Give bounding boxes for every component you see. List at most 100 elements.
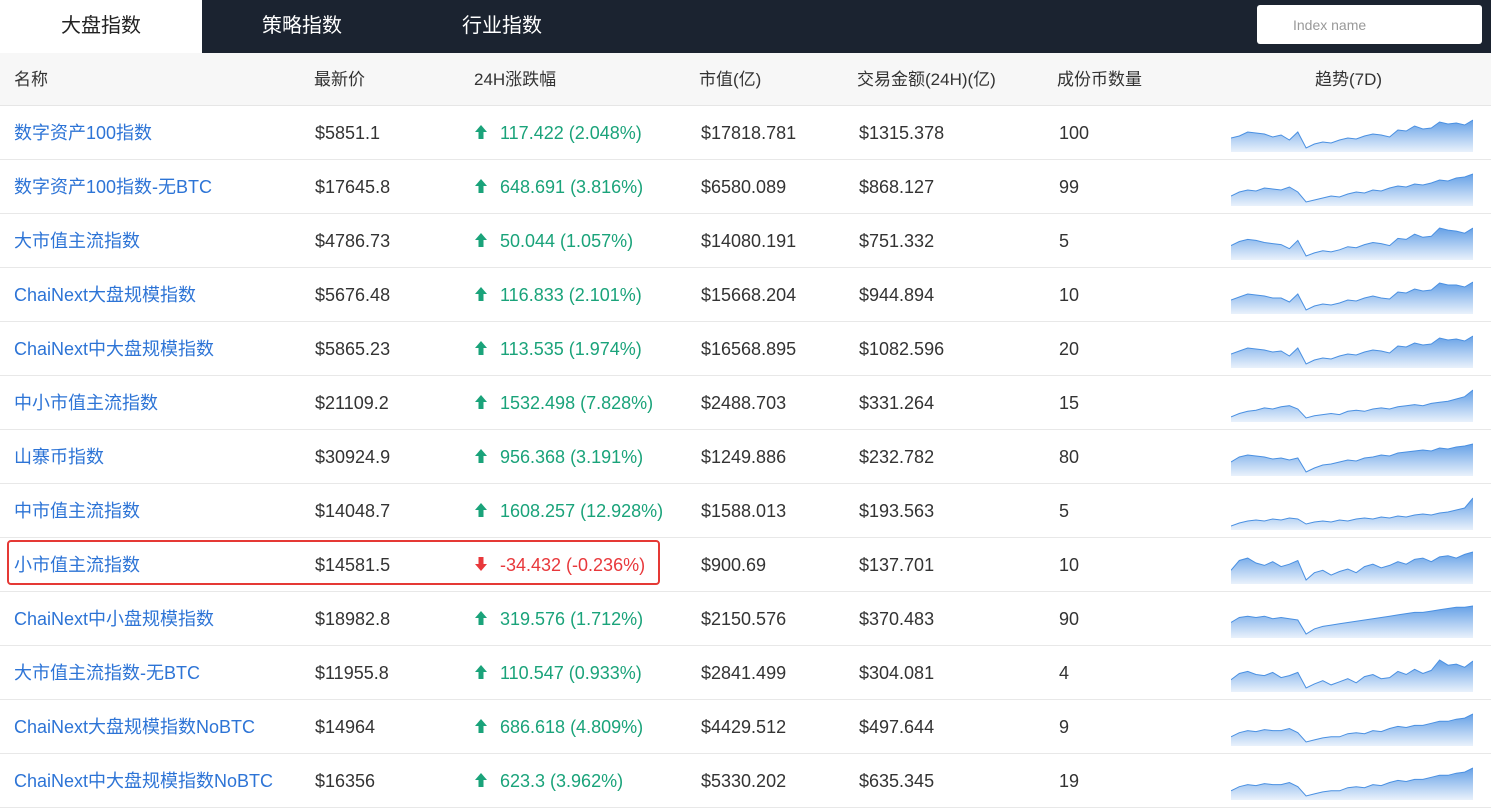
constituent-count: 90 (1059, 609, 1080, 629)
change-value: 110.547 (0.933%) (500, 663, 642, 683)
table-row[interactable]: 中小市值主流指数 $21109.2 1532.498 (7.828%) $2488.7… (0, 376, 1491, 430)
index-name-link[interactable]: ChaiNext中大盘规模指数 (14, 322, 214, 376)
trend-sparkline (1231, 605, 1473, 638)
volume-24h: $497.644 (859, 717, 935, 737)
change-value: 686.618 (4.809%) (500, 717, 644, 737)
volume-24h: $1082.596 (859, 339, 945, 359)
latest-price: $5865.23 (315, 339, 391, 359)
market-cap: $4429.512 (701, 717, 787, 737)
constituent-count: 80 (1059, 447, 1080, 467)
trend-sparkline (1231, 281, 1473, 314)
constituent-count: 9 (1059, 717, 1070, 737)
trend-sparkline (1231, 389, 1473, 422)
table-row[interactable]: 山寨币指数 $30924.9 956.368 (3.191%) $1249.886 $2… (0, 430, 1491, 484)
search-box[interactable] (1257, 5, 1482, 44)
index-name-link[interactable]: 中市值主流指数 (14, 484, 140, 538)
trend-sparkline (1231, 335, 1473, 368)
arrow-up-icon (475, 179, 487, 193)
table-row[interactable]: 小市值主流指数 $14581.5 -34.432 (-0.236%) $900.69 $… (0, 538, 1491, 592)
volume-24h: $331.264 (859, 393, 935, 413)
index-name-link[interactable]: 数字资产100指数 (14, 106, 152, 160)
trend-sparkline (1231, 443, 1473, 476)
header-volume: 交易金额(24H)(亿) (857, 70, 996, 89)
market-cap: $2150.576 (701, 609, 787, 629)
index-name-link[interactable]: 山寨币指数 (14, 430, 104, 484)
change-cell: 686.618 (4.809%) (474, 700, 643, 754)
market-cap: $6580.089 (701, 177, 787, 197)
table-row[interactable]: ChaiNext大盘规模指数 $5676.48 116.833 (2.101%) $1… (0, 268, 1491, 322)
arrow-up-icon (475, 611, 487, 625)
constituent-count: 5 (1059, 231, 1070, 251)
trend-area (1231, 336, 1473, 368)
index-name-link[interactable]: ChaiNext大盘规模指数NoBTC (14, 700, 255, 754)
tab-industry-index[interactable]: 行业指数 (402, 0, 602, 53)
trend-sparkline (1231, 713, 1473, 746)
trend-area (1231, 552, 1473, 584)
table-row[interactable]: ChaiNext大盘规模指数NoBTC $14964 686.618 (4.809%… (0, 700, 1491, 754)
latest-price: $14048.7 (315, 501, 391, 521)
market-cap: $5330.202 (701, 771, 787, 791)
arrow-up-icon (475, 665, 487, 679)
header-market-cap: 市值(亿) (699, 70, 762, 89)
trend-sparkline (1231, 119, 1473, 152)
market-cap: $16568.895 (701, 339, 797, 359)
trend-area (1231, 120, 1473, 152)
change-value: 117.422 (2.048%) (500, 123, 642, 143)
volume-24h: $751.332 (859, 231, 935, 251)
search-input[interactable] (1257, 5, 1482, 44)
change-cell: 116.833 (2.101%) (474, 268, 642, 322)
market-cap: $15668.204 (701, 285, 797, 305)
arrow-down-icon (475, 557, 487, 571)
index-name-link[interactable]: 小市值主流指数 (14, 538, 140, 592)
change-value: 648.691 (3.816%) (500, 177, 644, 197)
arrow-up-icon (475, 341, 487, 355)
latest-price: $11955.8 (315, 663, 389, 683)
table-row[interactable]: ChaiNext中大盘规模指数NoBTC $16356 623.3 (3.962%)… (0, 754, 1491, 808)
table-header: 名称 最新价 24H涨跌幅 市值(亿) 交易金额(24H)(亿) 成份币数量 趋… (0, 53, 1491, 106)
constituent-count: 19 (1059, 771, 1080, 791)
index-name-link[interactable]: ChaiNext中大盘规模指数NoBTC (14, 754, 273, 808)
trend-sparkline (1231, 227, 1473, 260)
latest-price: $5676.48 (315, 285, 391, 305)
index-name-link[interactable]: 数字资产100指数-无BTC (14, 160, 212, 214)
index-name-link[interactable]: ChaiNext大盘规模指数 (14, 268, 196, 322)
tab-large-cap-index[interactable]: 大盘指数 (0, 0, 202, 53)
trend-area (1231, 660, 1473, 692)
volume-24h: $304.081 (859, 663, 935, 683)
table-row[interactable]: ChaiNext中大盘规模指数 $5865.23 113.535 (1.974%) $… (0, 322, 1491, 376)
table-row[interactable]: 大市值主流指数 $4786.73 50.044 (1.057%) $14080.191… (0, 214, 1491, 268)
change-value: -34.432 (-0.236%) (500, 555, 646, 575)
change-value: 50.044 (1.057%) (500, 231, 634, 251)
table-row[interactable]: 数字资产100指数-无BTC $17645.8 648.691 (3.816%) $6… (0, 160, 1491, 214)
volume-24h: $232.782 (859, 447, 935, 467)
change-value: 113.535 (1.974%) (500, 339, 642, 359)
index-table: 名称 最新价 24H涨跌幅 市值(亿) 交易金额(24H)(亿) 成份币数量 趋… (0, 53, 1491, 808)
arrow-up-icon (475, 233, 487, 247)
change-cell: 110.547 (0.933%) (474, 646, 642, 700)
index-name-link[interactable]: 大市值主流指数-无BTC (14, 646, 200, 700)
change-cell: 1608.257 (12.928%) (474, 484, 663, 538)
change-cell: 648.691 (3.816%) (474, 160, 643, 214)
index-name-link[interactable]: 大市值主流指数 (14, 214, 140, 268)
arrow-up-icon (475, 449, 487, 463)
trend-sparkline (1231, 767, 1473, 800)
table-row[interactable]: 大市值主流指数-无BTC $11955.8 110.547 (0.933%) $284… (0, 646, 1491, 700)
change-value: 319.576 (1.712%) (500, 609, 644, 629)
arrow-up-icon (475, 125, 487, 139)
change-cell: 623.3 (3.962%) (474, 754, 623, 808)
table-row[interactable]: 中市值主流指数 $14048.7 1608.257 (12.928%) $1588.0… (0, 484, 1491, 538)
volume-24h: $137.701 (859, 555, 935, 575)
header-change: 24H涨跌幅 (474, 70, 557, 89)
latest-price: $30924.9 (315, 447, 391, 467)
index-name-link[interactable]: ChaiNext中小盘规模指数 (14, 592, 214, 646)
trend-sparkline (1231, 497, 1473, 530)
change-cell: 956.368 (3.191%) (474, 430, 643, 484)
change-cell: 319.576 (1.712%) (474, 592, 643, 646)
volume-24h: $1315.378 (859, 123, 945, 143)
tab-bar: 大盘指数 策略指数 行业指数 (0, 0, 1491, 53)
index-name-link[interactable]: 中小市值主流指数 (14, 376, 158, 430)
table-row[interactable]: 数字资产100指数 $5851.1 117.422 (2.048%) $17818.7… (0, 106, 1491, 160)
tab-strategy-index[interactable]: 策略指数 (202, 0, 402, 53)
table-row[interactable]: ChaiNext中小盘规模指数 $18982.8 319.576 (1.712%) $… (0, 592, 1491, 646)
change-value: 116.833 (2.101%) (500, 285, 642, 305)
